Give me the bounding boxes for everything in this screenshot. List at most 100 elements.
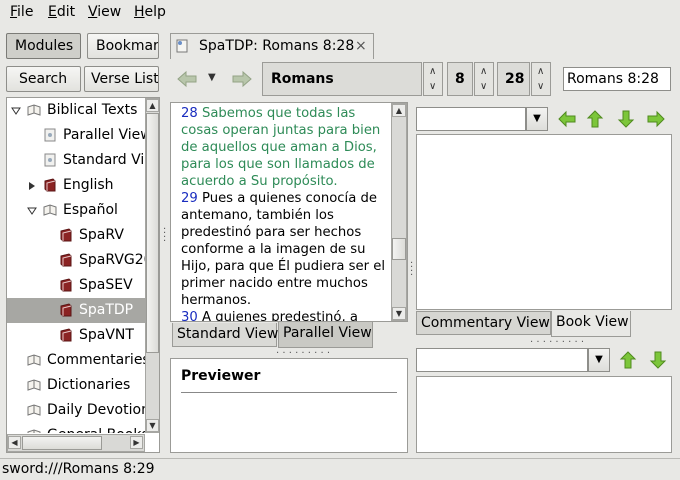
tree-item-daily-devotionals[interactable]: Daily Devotionals bbox=[7, 398, 145, 423]
bible-icon bbox=[60, 278, 72, 292]
menu-help[interactable]: Help bbox=[134, 4, 166, 20]
tree-item-spavnt[interactable]: SpaVNT bbox=[7, 323, 145, 348]
expander-open-icon[interactable] bbox=[11, 106, 21, 116]
spin-up-icon[interactable]: ∧ bbox=[537, 66, 544, 77]
book-field[interactable]: Romans bbox=[262, 62, 422, 96]
book-spinner[interactable]: ∧ ∨ bbox=[423, 62, 443, 96]
spin-down-icon[interactable]: ∨ bbox=[429, 81, 436, 92]
bible-text-pane: 28 Sabemos que todas las cosas operan ju… bbox=[170, 102, 408, 322]
history-dropdown-icon[interactable]: ▼ bbox=[208, 72, 216, 83]
spin-up-icon[interactable]: ∧ bbox=[429, 66, 436, 77]
open-book-icon bbox=[43, 204, 57, 216]
up-arrow-icon[interactable] bbox=[619, 350, 637, 370]
tree-item-english[interactable]: English bbox=[7, 173, 145, 198]
tree-vscroll-thumb[interactable] bbox=[146, 113, 159, 353]
verse-number-30[interactable]: 30 bbox=[181, 310, 198, 321]
document-icon bbox=[44, 128, 56, 142]
left-arrow-icon[interactable] bbox=[557, 110, 577, 128]
verse-number-29[interactable]: 29 bbox=[181, 191, 198, 206]
reference-input[interactable]: Romans 8:28 bbox=[563, 67, 671, 91]
tree-viewport: Biblical Texts Parallel View Standard Vi… bbox=[7, 98, 145, 433]
tree-item-spasev[interactable]: SpaSEV bbox=[7, 273, 145, 298]
tree-item-sparvg2004[interactable]: SpaRVG2004 bbox=[7, 248, 145, 273]
tree-vscrollbar[interactable]: ▲ ▼ bbox=[145, 98, 159, 433]
open-book-icon bbox=[27, 379, 41, 391]
up-arrow-icon[interactable] bbox=[586, 109, 604, 129]
pane-resize-grip[interactable]: · · · · · · · · · bbox=[530, 338, 584, 348]
forward-arrow-icon[interactable] bbox=[231, 69, 253, 89]
chevron-down-icon[interactable]: ▼ bbox=[588, 348, 610, 372]
expander-closed-icon[interactable] bbox=[27, 181, 37, 191]
text-vscrollbar[interactable]: ▲ ▼ bbox=[391, 103, 407, 321]
commentary-view-pane bbox=[416, 134, 672, 310]
text-vscroll-thumb[interactable] bbox=[392, 238, 406, 260]
tree-item-standard-view[interactable]: Standard View bbox=[7, 148, 145, 173]
tree-item-parallel-view[interactable]: Parallel View bbox=[7, 123, 145, 148]
down-arrow-icon[interactable] bbox=[617, 109, 635, 129]
expander-open-icon[interactable] bbox=[27, 206, 37, 216]
tree-item-espanol[interactable]: Español bbox=[7, 198, 145, 223]
bible-icon bbox=[44, 178, 56, 192]
tree-item-biblical-texts[interactable]: Biblical Texts bbox=[7, 98, 145, 123]
bible-icon bbox=[60, 253, 72, 267]
book-module-select[interactable] bbox=[416, 348, 588, 372]
tree-hscrollbar[interactable]: ◀ ▶ bbox=[7, 434, 145, 452]
scroll-down-icon[interactable]: ▼ bbox=[146, 419, 159, 432]
pane-resize-grip[interactable]: · · · · bbox=[410, 259, 414, 281]
menu-view[interactable]: View bbox=[88, 4, 121, 20]
scroll-down-icon[interactable]: ▼ bbox=[392, 307, 406, 320]
search-tab[interactable]: Search bbox=[6, 66, 81, 92]
chapter-field[interactable]: 8 bbox=[447, 62, 473, 96]
tree-item-general-books[interactable]: General Books bbox=[7, 423, 145, 433]
tree-item-sparv[interactable]: SpaRV bbox=[7, 223, 145, 248]
chevron-down-icon[interactable]: ▼ bbox=[526, 107, 548, 131]
verse-list-tab[interactable]: Verse List bbox=[84, 66, 159, 92]
pane-resize-grip[interactable]: · · · · bbox=[163, 225, 167, 247]
tree-item-dictionaries[interactable]: Dictionaries bbox=[7, 373, 145, 398]
status-bar: sword:///Romans 8:29 bbox=[0, 458, 680, 480]
tree-item-spatdp[interactable]: SpaTDP bbox=[7, 298, 145, 323]
menu-bar: File Edit View Help bbox=[0, 0, 680, 26]
menu-edit[interactable]: Edit bbox=[48, 4, 75, 20]
tree-hscroll-thumb[interactable] bbox=[22, 436, 102, 450]
tab-standard-view[interactable]: Standard View bbox=[172, 323, 278, 347]
tree-item-commentaries[interactable]: Commentaries bbox=[7, 348, 145, 373]
tab-parallel-view[interactable]: Parallel View bbox=[278, 321, 373, 348]
previewer-title: Previewer bbox=[181, 368, 261, 384]
right-arrow-icon[interactable] bbox=[646, 110, 666, 128]
commentary-module-select[interactable] bbox=[416, 107, 526, 131]
menu-file[interactable]: File bbox=[10, 4, 33, 20]
verse-28: 28 Sabemos que todas las cosas operan ju… bbox=[181, 106, 381, 189]
open-book-icon bbox=[27, 354, 41, 366]
spin-down-icon[interactable]: ∨ bbox=[480, 81, 487, 92]
tab-commentary-view[interactable]: Commentary View bbox=[416, 311, 551, 335]
bible-icon bbox=[60, 228, 72, 242]
chapter-spinner[interactable]: ∧ ∨ bbox=[474, 62, 494, 96]
back-arrow-icon[interactable] bbox=[176, 69, 198, 89]
down-arrow-icon[interactable] bbox=[649, 350, 667, 370]
scroll-up-icon[interactable]: ▲ bbox=[392, 104, 406, 117]
previewer-divider bbox=[181, 392, 397, 393]
verse-field[interactable]: 28 bbox=[497, 62, 530, 96]
scroll-right-icon[interactable]: ▶ bbox=[130, 436, 143, 449]
bible-icon bbox=[60, 328, 72, 342]
verse-spinner[interactable]: ∧ ∨ bbox=[531, 62, 551, 96]
scroll-up-icon[interactable]: ▲ bbox=[146, 99, 159, 112]
verse-number-28[interactable]: 28 bbox=[181, 106, 198, 121]
tab-book-view[interactable]: Book View bbox=[551, 311, 631, 337]
doc-tab[interactable]: SpaTDP: Romans 8:28 × bbox=[170, 33, 374, 59]
previewer-pane: Previewer bbox=[170, 358, 408, 453]
bible-icon bbox=[60, 303, 72, 317]
spin-up-icon[interactable]: ∧ bbox=[480, 66, 487, 77]
close-tab-icon[interactable]: × bbox=[355, 35, 367, 57]
verse-29: 29 Pues a quienes conocía de antemano, t… bbox=[181, 191, 386, 308]
spin-down-icon[interactable]: ∨ bbox=[537, 81, 544, 92]
pane-resize-grip[interactable]: · · · · · · · · · bbox=[276, 349, 330, 359]
document-tab-icon bbox=[176, 39, 188, 53]
scroll-left-icon[interactable]: ◀ bbox=[8, 436, 21, 449]
bookmarks-tab[interactable]: Bookmarks bbox=[87, 33, 159, 59]
open-book-icon bbox=[27, 429, 41, 433]
open-book-icon bbox=[27, 404, 41, 416]
modules-tab[interactable]: Modules bbox=[6, 33, 81, 59]
module-tree: Biblical Texts Parallel View Standard Vi… bbox=[6, 97, 160, 453]
